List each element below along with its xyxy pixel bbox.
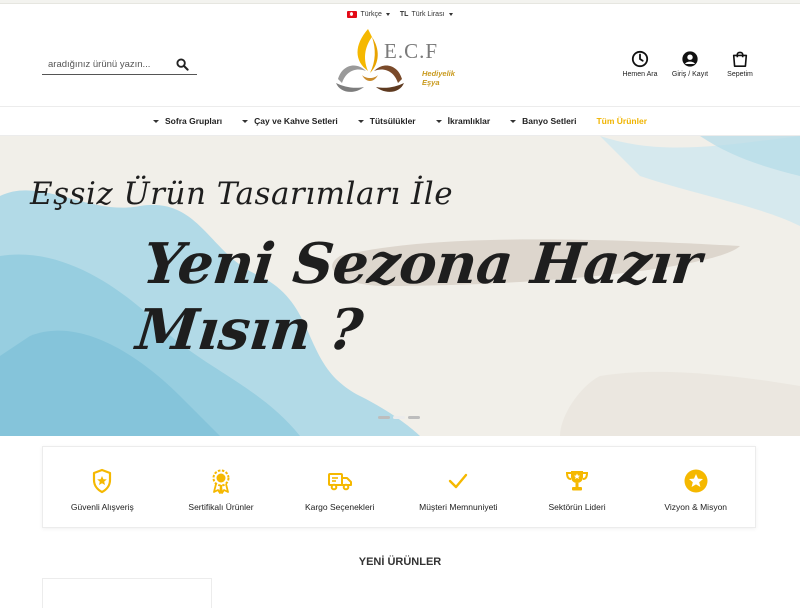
caret-down-icon xyxy=(153,119,159,123)
nav-item-label: Sofra Grupları xyxy=(165,116,223,126)
product-card[interactable] xyxy=(42,578,212,608)
slider-dot[interactable] xyxy=(408,416,420,419)
logo-subtitle: Hediyelik Eşya xyxy=(422,69,455,87)
top-bar: Türkçe TL Türk Lirası xyxy=(0,7,800,21)
caret-down-icon xyxy=(510,119,517,123)
hero-headline-large: Yeni Sezona Hazır Mısın ? xyxy=(133,231,705,363)
new-products-heading: YENİ ÜRÜNLER xyxy=(358,556,442,568)
feature-label: Sektörün Lideri xyxy=(548,502,606,512)
call-now-label: Hemen Ara xyxy=(622,71,658,78)
nav-item-label: Tüm Ürünler xyxy=(596,116,647,126)
nav-item-ikramliklar[interactable]: İkramlıklar xyxy=(426,116,501,126)
user-icon xyxy=(682,51,698,67)
award-badge-icon xyxy=(212,469,230,494)
language-selector[interactable]: Türkçe xyxy=(347,10,390,18)
feature-guvenli-alisveris: Güvenli Alışveriş xyxy=(43,447,162,527)
turkey-flag-icon xyxy=(347,10,358,18)
chevron-down-icon xyxy=(385,12,390,16)
currency-selector[interactable]: TL Türk Lirası xyxy=(400,11,453,18)
logo-brand-text: E.C.F xyxy=(384,39,439,63)
feature-sertifikali-urunler: Sertifikalı Ürünler xyxy=(162,447,281,527)
hero-banner[interactable]: Eşsiz Ürün Tasarımları İle Yeni Sezona H… xyxy=(0,136,800,436)
login-register-button[interactable]: Giriş / Kayıt xyxy=(670,50,710,78)
truck-icon xyxy=(327,473,352,491)
phone-clock-icon xyxy=(631,50,649,68)
top-strip xyxy=(0,0,800,4)
search-icon[interactable] xyxy=(176,58,189,71)
search-input[interactable] xyxy=(42,59,167,70)
nav-item-label: Banyo Setleri xyxy=(522,116,577,126)
nav-item-banyo-setleri[interactable]: Banyo Setleri xyxy=(500,116,586,126)
call-now-button[interactable]: Hemen Ara xyxy=(620,50,660,78)
caret-down-icon xyxy=(435,119,442,123)
feature-label: Vizyon & Misyon xyxy=(664,502,728,512)
nav-item-label: İkramlıklar xyxy=(447,116,491,126)
nav-item-cay-kahve-setleri[interactable]: Çay ve Kahve Setleri xyxy=(232,116,348,126)
slider-dot[interactable] xyxy=(378,416,390,419)
trophy-icon xyxy=(566,471,589,491)
features-strip: Güvenli Alışveriş Sertifikalı Ürünler Ka… xyxy=(42,446,756,528)
nav-item-label: Çay ve Kahve Setleri xyxy=(254,116,338,126)
nav-item-label: Tütsülükler xyxy=(369,116,416,126)
shopping-bag-icon xyxy=(732,51,748,68)
caret-down-icon xyxy=(242,119,249,123)
login-register-label: Giriş / Kayıt xyxy=(671,71,709,78)
cart-button[interactable]: Sepetim xyxy=(720,50,760,78)
nav-item-tum-urunler[interactable]: Tüm Ürünler xyxy=(586,116,657,126)
feature-kargo-secenekleri: Kargo Seçenekleri xyxy=(280,447,399,527)
search-bar xyxy=(42,55,197,75)
currency-label: Türk Lirası xyxy=(411,10,445,18)
feature-musteri-memnuniyeti: Müşteri Memnuniyeti xyxy=(399,447,518,527)
site-header: E.C.F Hediyelik Eşya Hemen Ara Giriş / K… xyxy=(0,22,800,106)
currency-symbol: TL xyxy=(399,10,409,18)
shield-star-icon xyxy=(93,468,112,494)
hero-headline-small: Eşsiz Ürün Tasarımları İle xyxy=(30,176,454,212)
feature-vizyon-misyon: Vizyon & Misyon xyxy=(636,447,755,527)
cart-label: Sepetim xyxy=(727,71,753,78)
header-actions: Hemen Ara Giriş / Kayıt Sepetim xyxy=(620,50,760,78)
chevron-down-icon xyxy=(448,12,453,16)
slider-pagination xyxy=(378,416,420,419)
nav-item-tutsulukler[interactable]: Tütsülükler xyxy=(348,116,426,126)
feature-sektorun-lideri: Sektörün Lideri xyxy=(518,447,637,527)
star-circle-icon xyxy=(684,469,708,493)
feature-label: Müşteri Memnuniyeti xyxy=(419,502,498,512)
feature-label: Sertifikalı Ürünler xyxy=(188,502,254,512)
feature-label: Kargo Seçenekleri xyxy=(304,502,375,512)
main-navigation: Sofra Grupları Çay ve Kahve Setleri Tüts… xyxy=(0,106,800,136)
nav-item-sofra-gruplari[interactable]: Sofra Grupları xyxy=(143,116,232,126)
slider-dot-active[interactable] xyxy=(393,416,405,419)
caret-down-icon xyxy=(357,119,364,123)
check-icon xyxy=(449,473,468,489)
feature-label: Güvenli Alışveriş xyxy=(70,502,134,512)
site-logo[interactable]: E.C.F Hediyelik Eşya xyxy=(332,27,472,97)
language-label: Türkçe xyxy=(360,10,382,18)
